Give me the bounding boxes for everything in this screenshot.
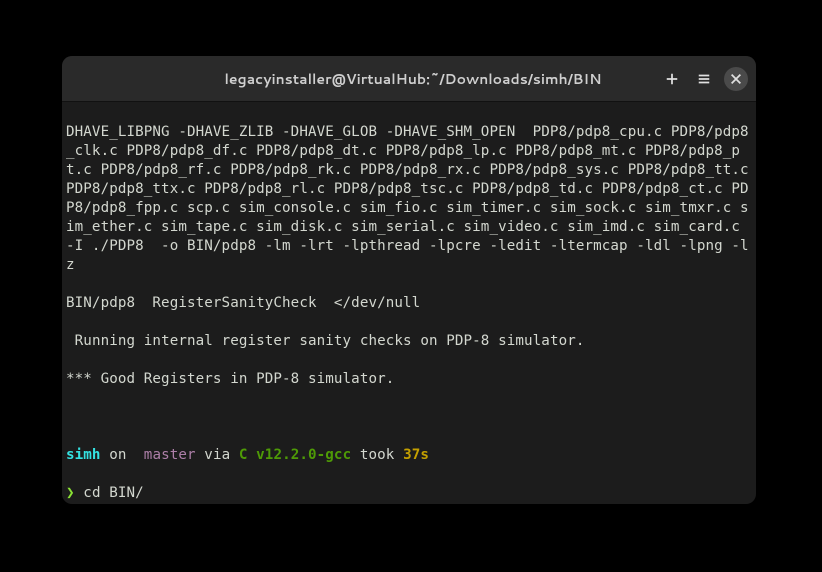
prompt-arrow: ❯ [66, 485, 75, 501]
command-line-1: ❯ cd BIN/ [66, 484, 752, 503]
close-icon [729, 72, 743, 86]
lang-version: C v12.2.0-gcc [239, 447, 351, 463]
running-line: Running internal register sanity checks … [66, 332, 752, 351]
new-tab-button[interactable] [660, 67, 684, 91]
good-registers-line: *** Good Registers in PDP-8 simulator. [66, 370, 752, 389]
terminal-content[interactable]: DHAVE_LIBPNG -DHAVE_ZLIB -DHAVE_GLOB -DH… [62, 102, 756, 504]
menu-button[interactable] [692, 67, 716, 91]
window-title: legacyinstaller@VirtualHub:~/Downloads/s… [166, 69, 660, 89]
blank-line [66, 408, 752, 427]
sanity-check-line: BIN/pdp8 RegisterSanityCheck </dev/null [66, 294, 752, 313]
hamburger-icon [697, 72, 711, 86]
terminal-window: legacyinstaller@VirtualHub:~/Downloads/s… [62, 56, 756, 504]
build-output: DHAVE_LIBPNG -DHAVE_ZLIB -DHAVE_GLOB -DH… [66, 123, 752, 275]
prompt-dir: simh [66, 447, 101, 463]
git-branch: master [135, 447, 196, 463]
titlebar: legacyinstaller@VirtualHub:~/Downloads/s… [62, 56, 756, 102]
command-text: cd BIN/ [75, 485, 144, 501]
duration: 37s [403, 447, 429, 463]
titlebar-buttons [660, 67, 748, 91]
close-button[interactable] [724, 67, 748, 91]
prompt-line-1: simh on master via C v12.2.0-gcc took 37… [66, 446, 752, 465]
plus-icon [665, 72, 679, 86]
